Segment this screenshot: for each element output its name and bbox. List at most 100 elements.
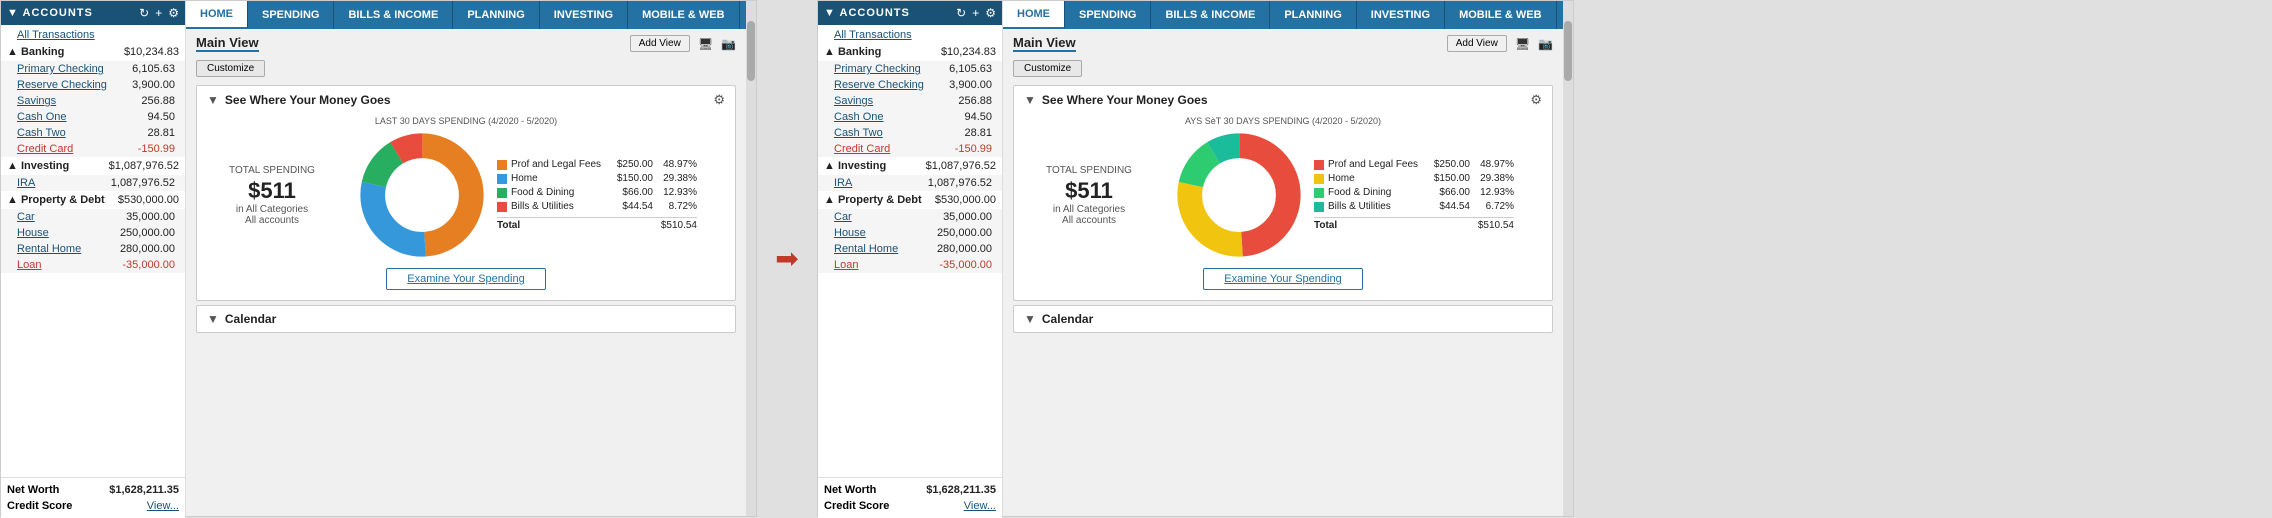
list-item[interactable]: IRA 1,087,976.52 <box>818 175 1002 191</box>
tab-bills-income[interactable]: BILLS & INCOME <box>334 1 453 29</box>
list-item[interactable]: Cash Two 28.81 <box>818 125 1002 141</box>
list-item[interactable]: IRA 1,087,976.52 <box>1 175 185 191</box>
property-debt-section-header[interactable]: ▲ Property & Debt $530,000.00 <box>1 191 185 209</box>
right-ira-label: IRA <box>834 177 852 189</box>
right-tab-home[interactable]: HOME <box>1003 1 1065 29</box>
right-tab-investing[interactable]: INVESTING <box>1357 1 1445 29</box>
right-scrollbar[interactable] <box>1563 1 1573 516</box>
right-reserve-checking-amount: 3,900.00 <box>949 79 992 91</box>
list-item[interactable]: Savings 256.88 <box>818 93 1002 109</box>
calendar-header[interactable]: ▼ Calendar <box>197 306 735 332</box>
car-label: Car <box>17 211 35 223</box>
list-item[interactable]: Loan -35,000.00 <box>818 257 1002 273</box>
examine-spending-button[interactable]: Examine Your Spending <box>386 268 545 290</box>
right-legend-amount-food: $66.00 <box>1430 187 1470 198</box>
right-property-debt-section-header[interactable]: ▲ Property & Debt $530,000.00 <box>818 191 1002 209</box>
tab-spending[interactable]: SPENDING <box>248 1 334 29</box>
right-tab-bills-income[interactable]: BILLS & INCOME <box>1151 1 1270 29</box>
list-item[interactable]: House 250,000.00 <box>818 225 1002 241</box>
customize-button[interactable]: Customize <box>196 60 265 77</box>
widget-header[interactable]: ▼ See Where Your Money Goes ⚙ <box>197 86 735 112</box>
right-banking-section-header[interactable]: ▲ Banking $10,234.83 <box>818 43 1002 61</box>
right-calendar-header[interactable]: ▼ Calendar <box>1014 306 1552 332</box>
total-spending-subtitle: TOTAL SPENDING <box>229 165 315 176</box>
legend-amount-prof: $250.00 <box>613 159 653 170</box>
legend-name-home: Home <box>511 173 609 184</box>
all-transactions-link[interactable]: All Transactions <box>1 27 185 43</box>
right-refresh-icon[interactable]: ↻ <box>956 6 966 20</box>
refresh-icon[interactable]: ↻ <box>139 6 149 20</box>
right-add-icon[interactable]: + <box>972 6 979 20</box>
credit-score-link[interactable]: View... <box>147 500 179 512</box>
right-monitor-icon[interactable]: 🖥 <box>1515 37 1530 51</box>
widget-gear-icon[interactable]: ⚙ <box>713 92 725 108</box>
right-arrow-icon: ➡ <box>775 242 798 275</box>
house-label: House <box>17 227 49 239</box>
right-camera-icon[interactable]: 📷 <box>1538 37 1553 51</box>
camera-icon[interactable]: 📷 <box>721 37 736 51</box>
list-item[interactable]: Reserve Checking 3,900.00 <box>1 77 185 93</box>
right-tab-mobile-web[interactable]: MOBILE & WEB <box>1445 1 1557 29</box>
investing-section-header[interactable]: ▲ Investing $1,087,976.52 <box>1 157 185 175</box>
right-widget-header[interactable]: ▼ See Where Your Money Goes ⚙ <box>1014 86 1552 112</box>
right-cash-one-amount: 94.50 <box>964 111 992 123</box>
right-scroll-thumb[interactable] <box>1564 21 1572 81</box>
list-item[interactable]: Rental Home 280,000.00 <box>818 241 1002 257</box>
tab-mobile-web[interactable]: MOBILE & WEB <box>628 1 740 29</box>
list-item[interactable]: Car 35,000.00 <box>818 209 1002 225</box>
right-cash-two-label: Cash Two <box>834 127 883 139</box>
left-scroll-thumb[interactable] <box>747 21 755 81</box>
spending-info: TOTAL SPENDING $511 in All Categories Al… <box>207 165 337 226</box>
right-ira-amount: 1,087,976.52 <box>928 177 992 189</box>
right-cash-two-amount: 28.81 <box>964 127 992 139</box>
list-item[interactable]: Cash One 94.50 <box>1 109 185 125</box>
right-widget-gear-icon[interactable]: ⚙ <box>1530 92 1542 108</box>
list-item[interactable]: Cash Two 28.81 <box>1 125 185 141</box>
legend-total-row: Total $510.54 <box>497 217 697 231</box>
sidebar-header: ▼ ACCOUNTS ↻ + ⚙ <box>1 1 185 25</box>
list-item[interactable]: Credit Card -150.99 <box>1 141 185 157</box>
chart-period-label: LAST 30 DAYS SPENDING (4/2020 - 5/2020) <box>207 116 725 126</box>
main-view-actions: Add View 🖥 📷 <box>630 35 736 52</box>
net-worth-label: Net Worth <box>7 484 59 496</box>
banking-section-header[interactable]: ▲ Banking $10,234.83 <box>1 43 185 61</box>
list-item[interactable]: Savings 256.88 <box>1 93 185 109</box>
list-item[interactable]: Primary Checking 6,105.63 <box>1 61 185 77</box>
legend-section: Prof and Legal Fees $250.00 48.97% Home … <box>497 159 697 231</box>
left-sidebar: ▼ ACCOUNTS ↻ + ⚙ All Transactions ▲ Bank… <box>1 1 186 518</box>
list-item[interactable]: Loan -35,000.00 <box>1 257 185 273</box>
add-view-button[interactable]: Add View <box>630 35 690 52</box>
right-tab-planning[interactable]: PLANNING <box>1270 1 1356 29</box>
legend-pct-home: 29.38% <box>657 173 697 184</box>
right-credit-card-amount: -150.99 <box>955 143 992 155</box>
right-tab-spending[interactable]: SPENDING <box>1065 1 1151 29</box>
list-item[interactable]: House 250,000.00 <box>1 225 185 241</box>
list-item[interactable]: Rental Home 280,000.00 <box>1 241 185 257</box>
right-investing-section-header[interactable]: ▲ Investing $1,087,976.52 <box>818 157 1002 175</box>
gear-icon[interactable]: ⚙ <box>168 6 179 20</box>
monitor-icon[interactable]: 🖥 <box>698 37 713 51</box>
tab-investing[interactable]: INVESTING <box>540 1 628 29</box>
chart-section: TOTAL SPENDING $511 in All Categories Al… <box>207 130 725 260</box>
property-debt-amount: $530,000.00 <box>118 194 179 206</box>
left-main-content: Main View Add View 🖥 📷 Customize ▼ See W… <box>186 29 746 516</box>
right-legend-pct-home: 29.38% <box>1474 173 1514 184</box>
right-credit-score-link[interactable]: View... <box>964 500 996 512</box>
tab-home[interactable]: HOME <box>186 1 248 29</box>
list-item[interactable]: Credit Card -150.99 <box>818 141 1002 157</box>
right-all-transactions-link[interactable]: All Transactions <box>818 27 1002 43</box>
list-item[interactable]: Primary Checking 6,105.63 <box>818 61 1002 77</box>
left-scrollbar[interactable] <box>746 1 756 516</box>
list-item[interactable]: Reserve Checking 3,900.00 <box>818 77 1002 93</box>
list-item[interactable]: Cash One 94.50 <box>818 109 1002 125</box>
right-main-content: Main View Add View 🖥 📷 Customize ▼ See W… <box>1003 29 1563 516</box>
right-examine-spending-button[interactable]: Examine Your Spending <box>1203 268 1362 290</box>
add-icon[interactable]: + <box>155 6 162 20</box>
tab-planning[interactable]: PLANNING <box>453 1 539 29</box>
calendar-title: Calendar <box>225 312 276 326</box>
right-customize-button[interactable]: Customize <box>1013 60 1082 77</box>
list-item[interactable]: Car 35,000.00 <box>1 209 185 225</box>
right-add-view-button[interactable]: Add View <box>1447 35 1507 52</box>
right-gear-icon[interactable]: ⚙ <box>985 6 996 20</box>
right-net-worth-amount: $1,628,211.35 <box>926 484 996 496</box>
